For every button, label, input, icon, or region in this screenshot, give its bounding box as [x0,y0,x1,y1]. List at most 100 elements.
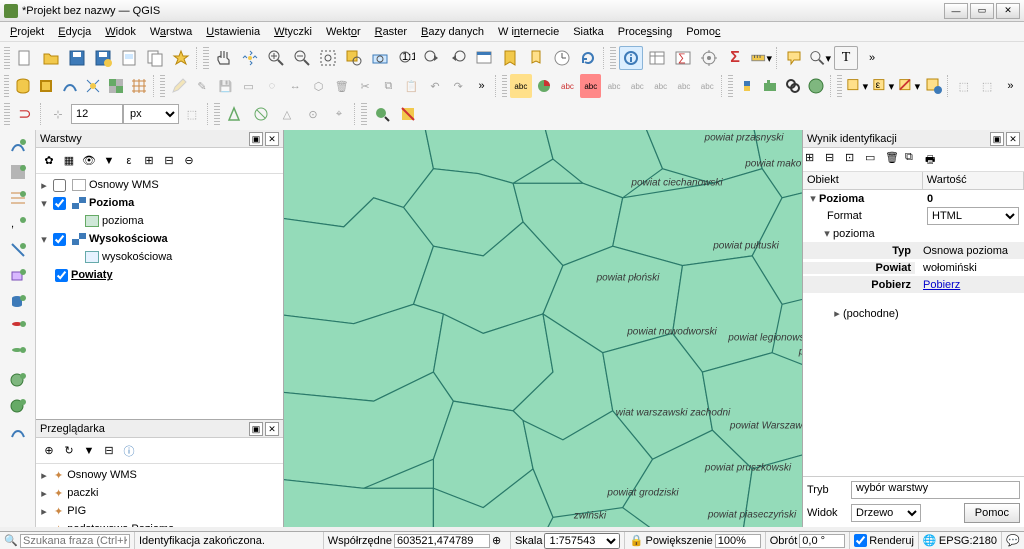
new-shapefile-icon[interactable] [59,74,80,98]
identify-view-select[interactable]: Drzewo [851,504,921,522]
geom-trace-icon[interactable]: ⌖ [327,102,351,126]
ident-clear-icon[interactable]: 🗑 [885,151,903,169]
undo-icon[interactable]: ↶ [424,74,445,98]
label-change-icon[interactable]: abc [697,74,718,98]
identify-download-link[interactable]: Pobierz [923,279,960,291]
snap-unit-select[interactable]: px [123,104,179,124]
add-wms-icon[interactable] [6,368,30,392]
quickosm-icon[interactable] [370,102,394,126]
menu-wektor[interactable]: Wektor [320,24,367,40]
edit-pencil-icon[interactable] [168,74,189,98]
menu-pomoc[interactable]: Pomoc [680,24,726,40]
stats-icon[interactable]: Σ [723,46,747,70]
quickosm-paint-icon[interactable] [396,102,420,126]
identify-format-select[interactable]: HTML [927,207,1019,225]
deselect-icon[interactable]: ▾ [897,74,921,98]
snap-icon[interactable]: ⊃ [13,102,37,126]
new-bookmark-icon[interactable] [498,46,522,70]
crs-label[interactable]: EPSG:2180 [939,535,997,547]
tb-vector-1[interactable]: ⬚ [953,74,974,98]
maptips-icon[interactable] [782,46,806,70]
browser-item[interactable]: podstawowa Pozioma [67,523,174,527]
zoom-native-icon[interactable]: 1:1 [394,46,418,70]
browser-undock-button[interactable]: ▣ [249,422,263,436]
text-annotation-icon[interactable]: T [834,46,858,70]
menu-edycja[interactable]: Edycja [52,24,97,40]
crs-icon[interactable]: 🌐 [923,534,937,548]
layer-filter-icon[interactable]: ▼ [100,152,118,170]
layer-item[interactable]: Pozioma [89,197,134,209]
new-geopackage-icon[interactable] [36,74,57,98]
new-map-view-icon[interactable] [472,46,496,70]
locator-input[interactable] [20,534,130,548]
tb-more-3[interactable]: » [1000,74,1021,98]
label-show-icon[interactable]: abc [627,74,648,98]
close-button[interactable]: ✕ [996,3,1020,19]
menu-wtyczki[interactable]: Wtyczki [268,24,318,40]
browser-item[interactable]: PIG [67,505,86,517]
identify-tree[interactable]: ▾Pozioma0 FormatHTML ▾pozioma TypOsnowa … [803,190,1024,476]
magnifier-lock-icon[interactable]: 🔒 [629,534,643,548]
label-pinned-icon[interactable]: abc [580,74,601,98]
coord-toggle-icon[interactable]: ⊕ [492,534,506,548]
select-by-value-icon[interactable]: ε▾ [871,74,895,98]
layer-visibility-icon[interactable]: 👁 [80,152,98,170]
layer-expr-icon[interactable]: ε [120,152,138,170]
layer-checkbox[interactable] [53,179,66,192]
select-features-icon[interactable]: ▾ [845,74,869,98]
add-vector-icon[interactable] [6,134,30,158]
zoom-last-icon[interactable] [420,46,444,70]
layer-checkbox[interactable] [53,233,66,246]
layers-close-button[interactable]: ✕ [265,132,279,146]
ident-expand-new-icon[interactable]: ⊡ [845,151,863,169]
menu-warstwa[interactable]: Warstwa [144,24,198,40]
pan-icon[interactable] [212,46,236,70]
ident-collapse-icon[interactable]: ⊟ [825,151,843,169]
zoom-layer-icon[interactable] [368,46,392,70]
label-rotate-icon[interactable]: abc [673,74,694,98]
open-project-icon[interactable] [39,46,63,70]
osm-icon[interactable] [783,74,804,98]
tb-more-2[interactable]: » [471,74,492,98]
label-diagram-icon[interactable] [534,74,555,98]
delete-icon[interactable]: 🗑 [331,74,352,98]
layer-remove-icon[interactable]: ⊖ [180,152,198,170]
identify-close-button[interactable]: ✕ [1006,132,1020,146]
ident-expand-icon[interactable]: ⊞ [805,151,823,169]
topo-edit-icon[interactable]: ⬚ [180,102,204,126]
ident-copy-icon[interactable]: ⧉ [905,151,923,169]
menu-ustawienia[interactable]: Ustawienia [200,24,266,40]
browser-add-icon[interactable]: ⊕ [40,442,58,460]
layer-expand-icon[interactable]: ⊞ [140,152,158,170]
menu-processing[interactable]: Processing [612,24,678,40]
render-checkbox[interactable] [854,534,867,547]
label-pin-icon[interactable]: abc [603,74,624,98]
layer-collapse-icon[interactable]: ⊟ [160,152,178,170]
new-spatialite-icon[interactable] [82,74,103,98]
snap-tolerance-input[interactable] [71,104,123,124]
add-xyz-icon[interactable] [6,394,30,418]
add-raster-icon[interactable] [6,160,30,184]
layer-item[interactable]: Osnowy WMS [89,179,159,191]
metasearch-icon[interactable] [806,74,827,98]
identify-undock-button[interactable]: ▣ [990,132,1004,146]
data-source-icon[interactable] [12,74,33,98]
new-raster-icon[interactable] [105,74,126,98]
layer-item[interactable]: Powiaty [71,269,113,281]
browser-item[interactable]: Osnowy WMS [67,469,137,481]
messages-icon[interactable]: 💬 [1006,534,1020,548]
menu-siatka[interactable]: Siatka [567,24,610,40]
node-tool-icon[interactable]: ⬡ [308,74,329,98]
layer-style-icon[interactable]: ✿ [40,152,58,170]
geom-tool-icon[interactable] [249,102,273,126]
minimize-button[interactable]: — [944,3,968,19]
zoom-in-icon[interactable] [264,46,288,70]
python-icon[interactable] [736,74,757,98]
geom-check-icon[interactable] [223,102,247,126]
label-abc-icon[interactable]: abc [510,74,531,98]
temporal-icon[interactable] [550,46,574,70]
magnifier-input[interactable] [715,534,761,548]
topo-icon[interactable]: △ [275,102,299,126]
copy-icon[interactable]: ⧉ [378,74,399,98]
layer-add-group-icon[interactable]: ▦ [60,152,78,170]
